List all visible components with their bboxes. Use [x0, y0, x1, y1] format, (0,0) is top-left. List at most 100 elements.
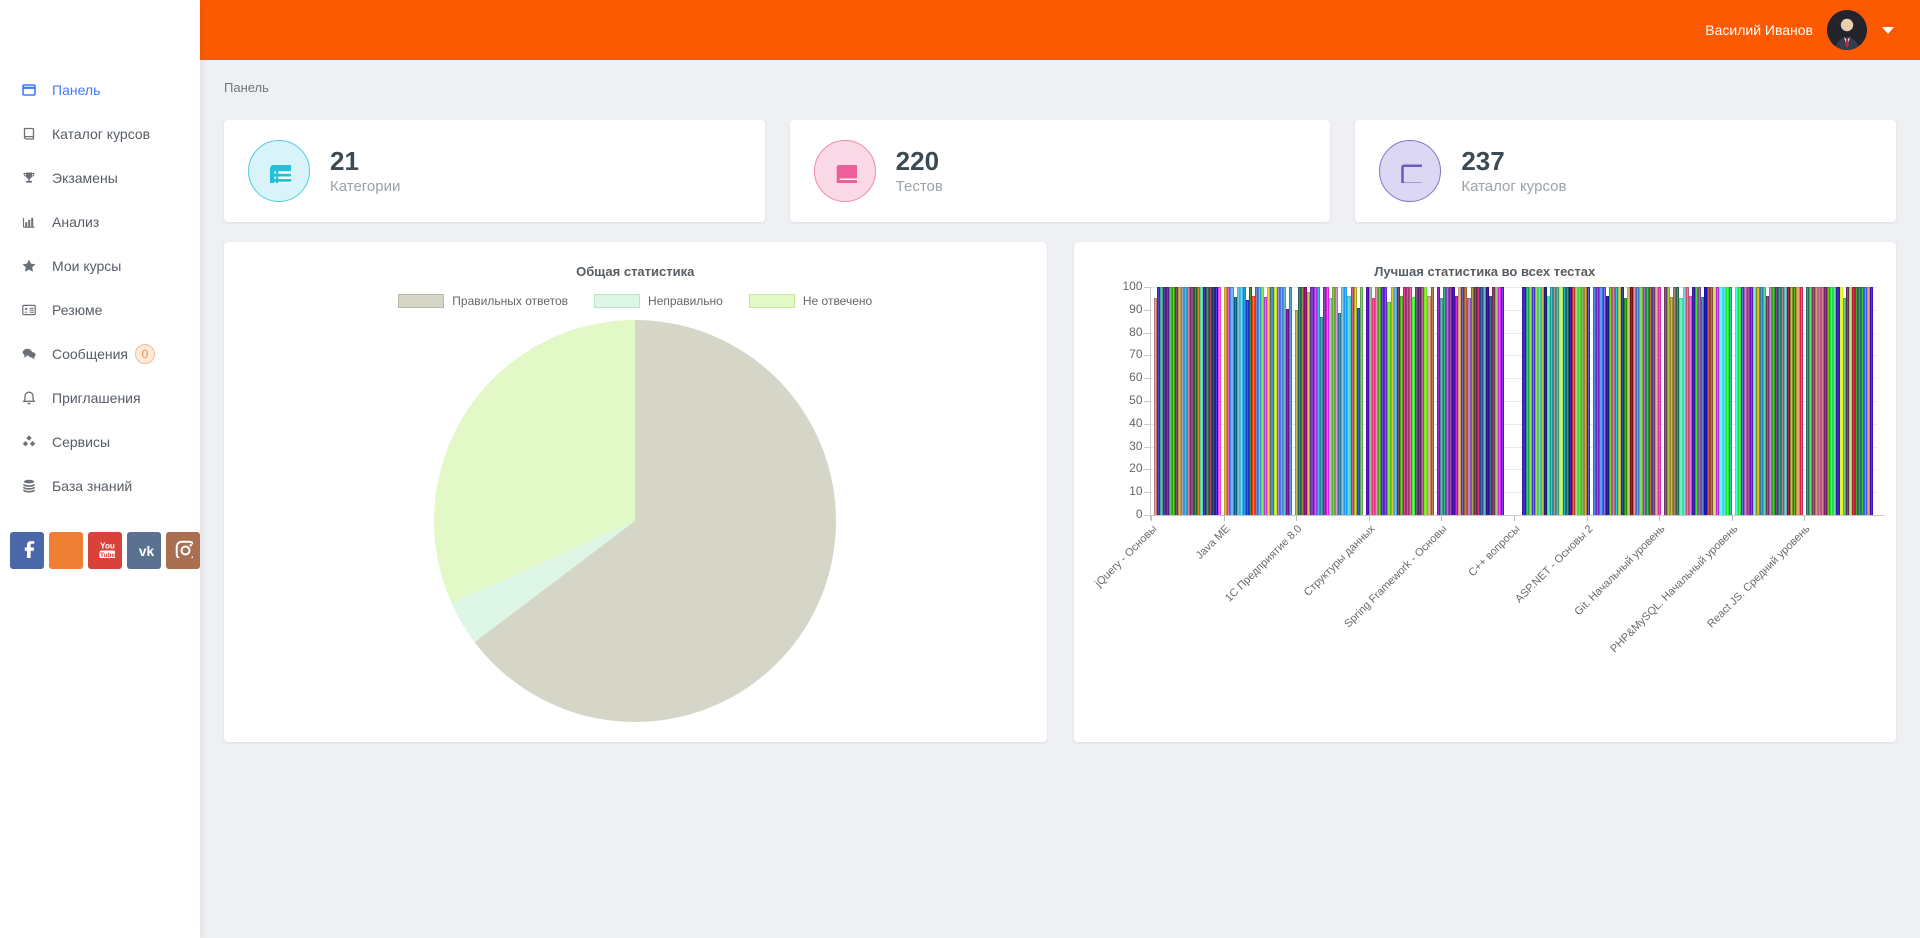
main-content: Панель 21Категории220Тестов237Каталог ку… — [200, 60, 1920, 938]
pie-legend-item-0: Правильных ответов — [398, 294, 568, 308]
pie-legend-item-1: Неправильно — [594, 294, 723, 308]
chevron-down-icon[interactable] — [1882, 27, 1894, 34]
y-tick-label: 80 — [1103, 325, 1143, 339]
bar-group-2 — [1295, 287, 1363, 515]
pie-legend-item-2: Не отвечено — [749, 294, 872, 308]
legend-swatch — [594, 294, 640, 308]
trophy-icon — [19, 170, 39, 187]
stat-text: 237Каталог курсов — [1461, 147, 1566, 196]
y-tick-label: 40 — [1103, 416, 1143, 430]
instagram-icon — [173, 538, 193, 563]
sidebar-item-label: Мои курсы — [52, 258, 121, 274]
svg-text:You: You — [100, 542, 115, 551]
youtube-icon: YouTube — [95, 538, 115, 563]
stat-text: 220Тестов — [896, 147, 943, 196]
sidebar-item-9[interactable]: База знаний — [0, 464, 200, 508]
sidebar-item-label: Сообщения — [52, 346, 128, 362]
x-tick — [1224, 516, 1225, 521]
database-icon — [19, 478, 39, 495]
bar-group-5 — [1522, 287, 1590, 515]
pie-chart-title: Общая статистика — [224, 242, 1047, 279]
y-tick-label: 70 — [1103, 347, 1143, 361]
stat-card-0: 21Категории — [224, 120, 765, 222]
bars — [1151, 287, 1877, 515]
x-tick — [1441, 516, 1442, 521]
bar-chart-icon — [19, 214, 39, 231]
y-tick-label: 60 — [1103, 370, 1143, 384]
svg-text:Tube: Tube — [100, 552, 115, 558]
x-tick-label: React JS. Средний уровень — [1680, 523, 1812, 655]
bell-icon — [19, 390, 39, 407]
user-name[interactable]: Василий Иванов — [1705, 22, 1813, 38]
bar-chart: 0102030405060708090100jQuery - ОсновыJav… — [1151, 287, 1877, 515]
y-tick-label: 10 — [1103, 484, 1143, 498]
x-tick-label: Git. Начальный уровень — [1535, 523, 1667, 655]
avatar[interactable] — [1827, 10, 1867, 50]
y-tick-label: 0 — [1103, 507, 1143, 521]
bar-group-3 — [1366, 287, 1434, 515]
sidebar-item-label: Сервисы — [52, 434, 110, 450]
stat-value: 237 — [1461, 147, 1566, 177]
y-tick-label: 20 — [1103, 461, 1143, 475]
bar — [1218, 287, 1221, 515]
y-tick-label: 100 — [1103, 279, 1143, 293]
x-tick-label: Структуры данных — [1245, 523, 1377, 655]
x-tick-label: 1С Предприятие 8.0 — [1172, 523, 1304, 655]
instagram-link[interactable] — [166, 532, 200, 569]
sidebar: Панель Каталог курсов Экзамены Анализ Мои ку… — [0, 0, 200, 938]
bar-group-4 — [1437, 287, 1505, 515]
legend-swatch — [749, 294, 795, 308]
x-tick-label: PHP&MySQL. Начальный уровень — [1608, 523, 1740, 655]
legend-label: Не отвечено — [803, 294, 872, 308]
sidebar-item-3[interactable]: Анализ — [0, 200, 200, 244]
sidebar-item-label: Приглашения — [52, 390, 141, 406]
facebook-icon — [17, 538, 37, 563]
legend-label: Правильных ответов — [452, 294, 568, 308]
x-tick-label: jQuery - Основы — [1027, 523, 1159, 655]
stat-label: Категории — [330, 178, 400, 195]
stat-label: Тестов — [896, 178, 943, 195]
sidebar-item-8[interactable]: Сервисы — [0, 420, 200, 464]
x-tick — [1587, 516, 1588, 521]
youtube-link[interactable]: YouTube — [88, 532, 122, 569]
sidebar-item-7[interactable]: Приглашения — [0, 376, 200, 420]
x-tick-label: ASP.NET - Основы 2 — [1463, 523, 1595, 655]
bar — [1360, 287, 1363, 515]
sidebar-item-2[interactable]: Экзамены — [0, 156, 200, 200]
x-tick — [1659, 516, 1660, 521]
sidebar-item-6[interactable]: Сообщения0 — [0, 332, 200, 376]
stat-value: 21 — [330, 147, 400, 177]
sidebar-item-0[interactable]: Панель — [0, 68, 200, 112]
bar-group-0 — [1154, 287, 1222, 515]
bar — [1289, 287, 1292, 515]
stats-row: 21Категории 220Тестов 237Каталог курсов — [224, 120, 1896, 222]
stat-label: Каталог курсов — [1461, 178, 1566, 195]
y-tick-label: 50 — [1103, 393, 1143, 407]
topbar: Василий Иванов — [200, 0, 1920, 60]
pie-legend: Правильных ответов Неправильно Не отвечено — [224, 294, 1047, 308]
cubes-icon — [19, 434, 39, 451]
bar-chart-card: Лучшая статистика во всех тестах 0102030… — [1074, 242, 1897, 742]
bar-chart-title: Лучшая статистика во всех тестах — [1074, 242, 1897, 279]
sidebar-item-label: Анализ — [52, 214, 99, 230]
stat-text: 21Категории — [330, 147, 400, 196]
vk-link[interactable]: vk — [127, 532, 161, 569]
book-icon — [19, 126, 39, 143]
bar — [1587, 287, 1590, 515]
social-links: YouTube vk — [0, 532, 200, 569]
facebook-link[interactable] — [10, 532, 44, 569]
sidebar-item-5[interactable]: Резюме — [0, 288, 200, 332]
sidebar-item-1[interactable]: Каталог курсов — [0, 112, 200, 156]
sidebar-item-label: Каталог курсов — [52, 126, 150, 142]
x-tick — [1151, 516, 1152, 521]
bar-group-7 — [1664, 287, 1732, 515]
window-icon — [19, 82, 39, 99]
x-tick-label: C++ вопросы — [1390, 523, 1522, 655]
legend-label: Неправильно — [648, 294, 723, 308]
bar — [1870, 287, 1873, 515]
pie-chart-card: Общая статистика Правильных ответов Непра… — [224, 242, 1047, 742]
bar-group-6 — [1593, 287, 1661, 515]
odnoklassniki-link[interactable] — [49, 532, 83, 569]
bar-group-8 — [1735, 287, 1803, 515]
sidebar-item-4[interactable]: Мои курсы — [0, 244, 200, 288]
